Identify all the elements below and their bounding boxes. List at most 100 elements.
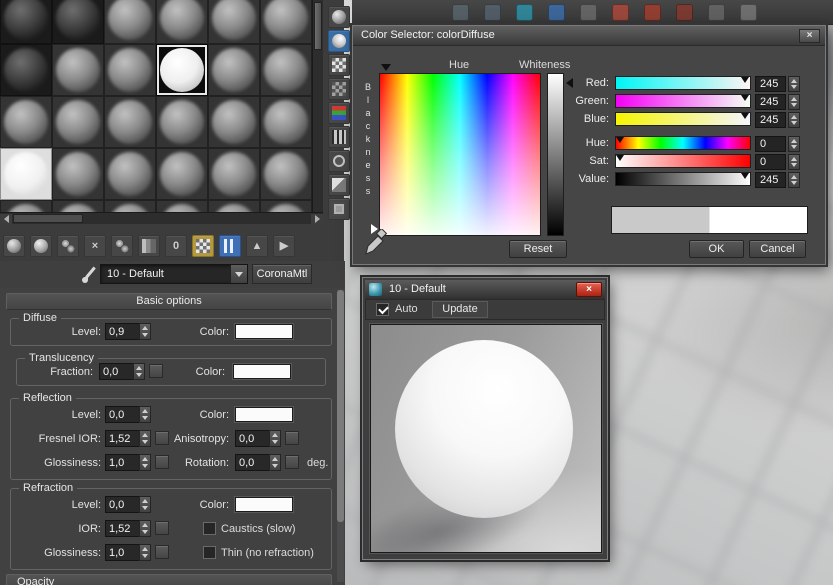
sample-slot[interactable] <box>0 200 52 212</box>
dropdown-arrow[interactable] <box>230 265 247 283</box>
slots-vertical-scrollbar[interactable] <box>312 0 323 212</box>
spinner-arrows-icon[interactable] <box>139 520 151 537</box>
reset-button[interactable]: Reset <box>509 240 567 258</box>
go-to-parent-button[interactable]: ▲ <box>246 235 268 257</box>
show-end-result-button[interactable] <box>219 235 241 257</box>
sample-slot[interactable] <box>260 44 312 96</box>
refraction-level-spinner[interactable]: 0,0 <box>105 496 151 513</box>
slots-horizontal-scrollbar[interactable] <box>0 212 323 224</box>
sample-slot[interactable] <box>156 148 208 200</box>
sample-slot[interactable] <box>52 0 104 44</box>
sample-slot[interactable] <box>52 44 104 96</box>
spinner-arrows-icon[interactable] <box>139 430 151 447</box>
material-name-dropdown[interactable]: 10 - Default <box>100 264 248 284</box>
hue-slider-marker[interactable] <box>616 137 624 143</box>
scroll-right-arrow[interactable] <box>311 214 323 224</box>
sample-uv-tiling-button[interactable] <box>328 78 350 100</box>
material-type-button[interactable]: CoronaMtl <box>252 264 312 284</box>
spinner-arrows-icon[interactable] <box>269 430 281 447</box>
red-slider[interactable] <box>615 76 751 90</box>
translucency-color-swatch[interactable] <box>233 364 291 379</box>
make-material-copy-button[interactable] <box>111 235 133 257</box>
red-value-field[interactable]: 245 <box>755 76 786 92</box>
main-toolbar-icon[interactable] <box>708 4 725 21</box>
reflection-glossiness-spinner[interactable]: 1,0 <box>105 454 151 471</box>
video-color-check-button[interactable] <box>328 102 350 124</box>
main-toolbar-icon[interactable] <box>740 4 757 21</box>
main-toolbar-icon[interactable] <box>612 4 629 21</box>
hue-spinner[interactable] <box>788 136 800 152</box>
main-toolbar-icon[interactable] <box>580 4 597 21</box>
spinner-arrows-icon[interactable] <box>139 496 151 513</box>
spinner-arrows-icon[interactable] <box>269 454 281 471</box>
reflection-level-spinner[interactable]: 0,0 <box>105 406 151 423</box>
background-button[interactable] <box>328 54 350 76</box>
preview-titlebar[interactable]: 10 - Default × <box>365 280 605 299</box>
sat-slider-marker[interactable] <box>616 155 624 161</box>
ok-button[interactable]: OK <box>689 240 744 258</box>
sample-slot[interactable] <box>208 96 260 148</box>
sample-slot[interactable] <box>208 200 260 212</box>
sample-slot[interactable] <box>52 200 104 212</box>
blue-slider[interactable] <box>615 112 751 126</box>
blue-slider-marker[interactable] <box>741 113 749 119</box>
sample-slot[interactable] <box>52 148 104 200</box>
refraction-color-swatch[interactable] <box>235 497 293 512</box>
blue-spinner[interactable] <box>788 112 800 128</box>
value-spinner[interactable] <box>788 172 800 188</box>
sample-slot[interactable] <box>208 44 260 96</box>
material-map-navigator-button[interactable] <box>328 198 350 220</box>
sample-slot[interactable] <box>208 0 260 44</box>
ior-spinner[interactable]: 1,52 <box>105 520 151 537</box>
red-slider-marker[interactable] <box>741 77 749 83</box>
sat-slider[interactable] <box>615 154 751 168</box>
value-value-field[interactable]: 245 <box>755 172 786 188</box>
screen-color-picker-icon[interactable] <box>363 229 387 257</box>
sample-slot[interactable] <box>52 96 104 148</box>
value-slider-marker[interactable] <box>741 173 749 179</box>
show-map-in-viewport-button[interactable] <box>192 235 214 257</box>
spinner-arrows-icon[interactable] <box>139 544 151 561</box>
rollout-scrollbar[interactable] <box>337 290 344 582</box>
sample-slot[interactable] <box>104 148 156 200</box>
sample-slot[interactable] <box>0 148 52 200</box>
scrollbar-handle[interactable] <box>13 214 83 223</box>
sample-slot-selected[interactable] <box>156 44 208 96</box>
main-toolbar-icon[interactable] <box>644 4 661 21</box>
value-slider[interactable] <box>615 172 751 186</box>
main-toolbar-icon[interactable] <box>516 4 533 21</box>
make-preview-button[interactable] <box>328 126 350 148</box>
diffuse-level-spinner[interactable]: 0,9 <box>105 323 151 340</box>
sample-slot[interactable] <box>156 96 208 148</box>
blue-value-field[interactable]: 245 <box>755 112 786 128</box>
get-material-button[interactable] <box>3 235 25 257</box>
reset-material-button[interactable]: × <box>84 235 106 257</box>
sample-slot[interactable] <box>104 0 156 44</box>
backlight-button[interactable] <box>328 30 350 52</box>
green-slider-marker[interactable] <box>741 95 749 101</box>
anisotropy-map-button[interactable] <box>285 431 299 445</box>
rotation-spinner[interactable]: 0,0 <box>235 454 281 471</box>
hue-value-field[interactable]: 0 <box>755 136 786 152</box>
update-button[interactable]: Update <box>432 301 488 318</box>
green-spinner[interactable] <box>788 94 800 110</box>
hue-slider[interactable] <box>615 136 751 150</box>
sample-slot[interactable] <box>0 96 52 148</box>
red-spinner[interactable] <box>788 76 800 92</box>
options-button[interactable] <box>328 150 350 172</box>
thin-checkbox[interactable] <box>203 546 216 559</box>
refraction-glossiness-map-button[interactable] <box>155 545 169 559</box>
pick-material-eyedropper-icon[interactable] <box>80 265 98 284</box>
sat-value-field[interactable]: 0 <box>755 154 786 170</box>
diffuse-color-swatch[interactable] <box>235 324 293 339</box>
sample-slot[interactable] <box>104 44 156 96</box>
put-to-library-button[interactable] <box>138 235 160 257</box>
green-value-field[interactable]: 245 <box>755 94 786 110</box>
ior-map-button[interactable] <box>155 521 169 535</box>
sample-slot[interactable] <box>0 44 52 96</box>
assign-material-button[interactable] <box>57 235 79 257</box>
put-material-to-scene-button[interactable] <box>30 235 52 257</box>
spinner-arrows-icon[interactable] <box>139 406 151 423</box>
select-by-material-button[interactable] <box>328 174 350 196</box>
cancel-button[interactable]: Cancel <box>749 240 806 258</box>
